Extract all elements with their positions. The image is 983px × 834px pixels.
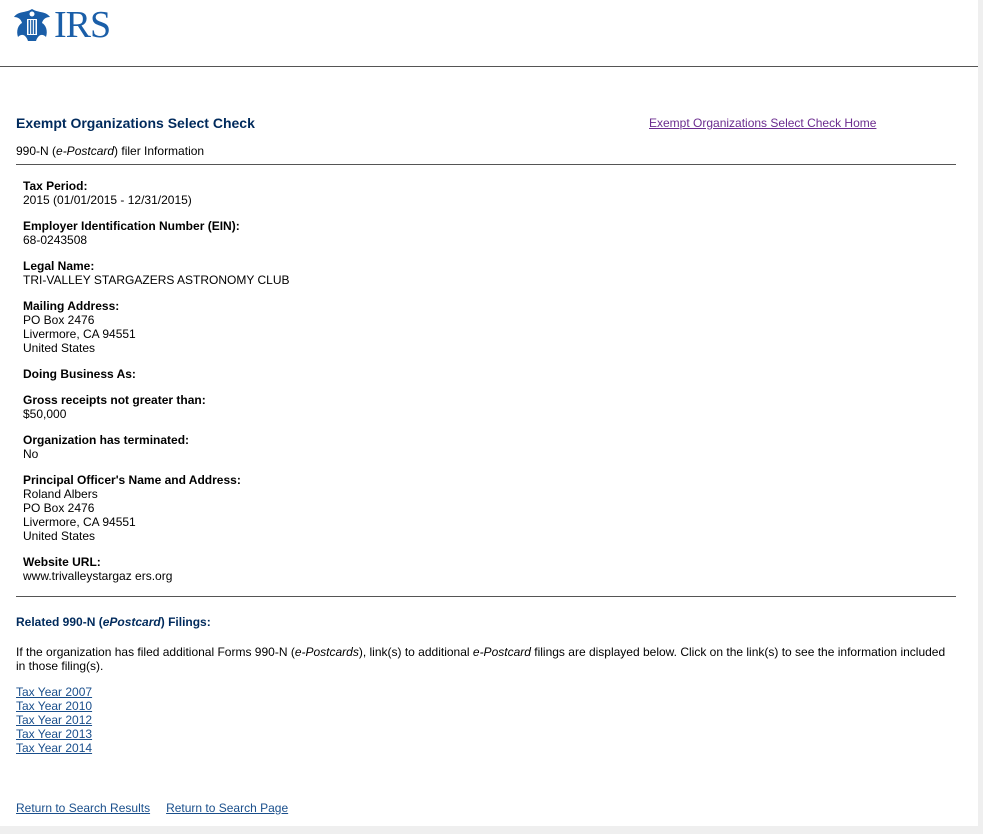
tax-period-label: Tax Period: <box>23 179 88 193</box>
section-divider-bottom <box>16 596 956 597</box>
desc-part: ), link(s) to additional <box>358 645 473 659</box>
tax-year-link[interactable]: Tax Year 2007 <box>16 685 92 699</box>
related-heading-italic: ePostcard <box>102 615 161 629</box>
principal-officer-line: United States <box>23 529 96 543</box>
principal-officer-line: PO Box 2476 <box>23 501 95 515</box>
principal-officer-line: Livermore, CA 94551 <box>23 515 136 529</box>
return-to-search-page-link[interactable]: Return to Search Page <box>166 801 288 815</box>
legal-name-value: TRI-VALLEY STARGAZERS ASTRONOMY CLUB <box>23 273 290 287</box>
page-title: Exempt Organizations Select Check <box>16 115 255 131</box>
tax-year-link[interactable]: Tax Year 2012 <box>16 713 92 727</box>
related-filings-heading: Related 990-N (ePostcard) Filings: <box>16 615 211 629</box>
tax-year-link[interactable]: Tax Year 2010 <box>16 699 92 713</box>
legal-name-field: Legal Name: TRI-VALLEY STARGAZERS ASTRON… <box>23 259 923 287</box>
section-divider-top <box>16 164 956 165</box>
header-divider <box>0 66 978 67</box>
principal-officer-field: Principal Officer's Name and Address: Ro… <box>23 473 923 543</box>
terminated-value: No <box>23 447 39 461</box>
gross-receipts-field: Gross receipts not greater than: $50,000 <box>23 393 923 421</box>
filer-info-fields: Tax Period: 2015 (01/01/2015 - 12/31/201… <box>23 179 923 595</box>
subtitle-italic: e-Postcard <box>56 144 115 158</box>
subtitle-prefix: 990-N ( <box>16 144 57 158</box>
related-heading-suffix: ) Filings: <box>160 615 211 629</box>
desc-italic: e-Postcards <box>294 645 359 659</box>
terminated-label: Organization has terminated: <box>23 433 190 447</box>
ein-value: 68-0243508 <box>23 233 88 247</box>
eagle-emblem-icon <box>14 9 50 41</box>
page-subtitle: 990-N (e-Postcard) filer Information <box>16 144 204 158</box>
dba-field: Doing Business As: <box>23 367 923 381</box>
desc-part: If the organization has filed additional… <box>16 645 295 659</box>
logo-text: IRS <box>54 4 111 46</box>
mailing-address-label: Mailing Address: <box>23 299 120 313</box>
gross-receipts-value: $50,000 <box>23 407 67 421</box>
bottom-bar <box>0 826 983 834</box>
mailing-address-field: Mailing Address: PO Box 2476 Livermore, … <box>23 299 923 355</box>
tax-period-field: Tax Period: 2015 (01/01/2015 - 12/31/201… <box>23 179 923 207</box>
irs-logo[interactable]: IRS <box>12 4 111 46</box>
principal-officer-label: Principal Officer's Name and Address: <box>23 473 241 487</box>
tax-period-value: 2015 (01/01/2015 - 12/31/2015) <box>23 193 192 207</box>
return-to-search-results-link[interactable]: Return to Search Results <box>16 801 150 815</box>
tax-year-link[interactable]: Tax Year 2013 <box>16 727 92 741</box>
website-label: Website URL: <box>23 555 101 569</box>
mailing-address-line: United States <box>23 341 96 355</box>
tax-year-links: Tax Year 2007 Tax Year 2010 Tax Year 201… <box>16 685 92 755</box>
tax-year-link[interactable]: Tax Year 2014 <box>16 741 92 755</box>
website-field: Website URL: www.trivalleystargaz ers.or… <box>23 555 923 583</box>
mailing-address-line: PO Box 2476 <box>23 313 95 327</box>
ein-label: Employer Identification Number (EIN): <box>23 219 240 233</box>
desc-italic: e-Postcard <box>472 645 531 659</box>
footer-nav: Return to Search Results Return to Searc… <box>16 801 304 815</box>
legal-name-label: Legal Name: <box>23 259 95 273</box>
related-filings-description: If the organization has filed additional… <box>16 645 946 673</box>
right-gutter <box>978 0 983 834</box>
dba-label: Doing Business As: <box>23 367 136 381</box>
gross-receipts-label: Gross receipts not greater than: <box>23 393 206 407</box>
ein-field: Employer Identification Number (EIN): 68… <box>23 219 923 247</box>
website-value: www.trivalleystargaz ers.org <box>23 569 173 583</box>
subtitle-suffix: ) filer Information <box>114 144 205 158</box>
principal-officer-line: Roland Albers <box>23 487 98 501</box>
select-check-home-link[interactable]: Exempt Organizations Select Check Home <box>649 116 876 130</box>
mailing-address-line: Livermore, CA 94551 <box>23 327 136 341</box>
terminated-field: Organization has terminated: No <box>23 433 923 461</box>
related-heading-prefix: Related 990-N ( <box>16 615 103 629</box>
